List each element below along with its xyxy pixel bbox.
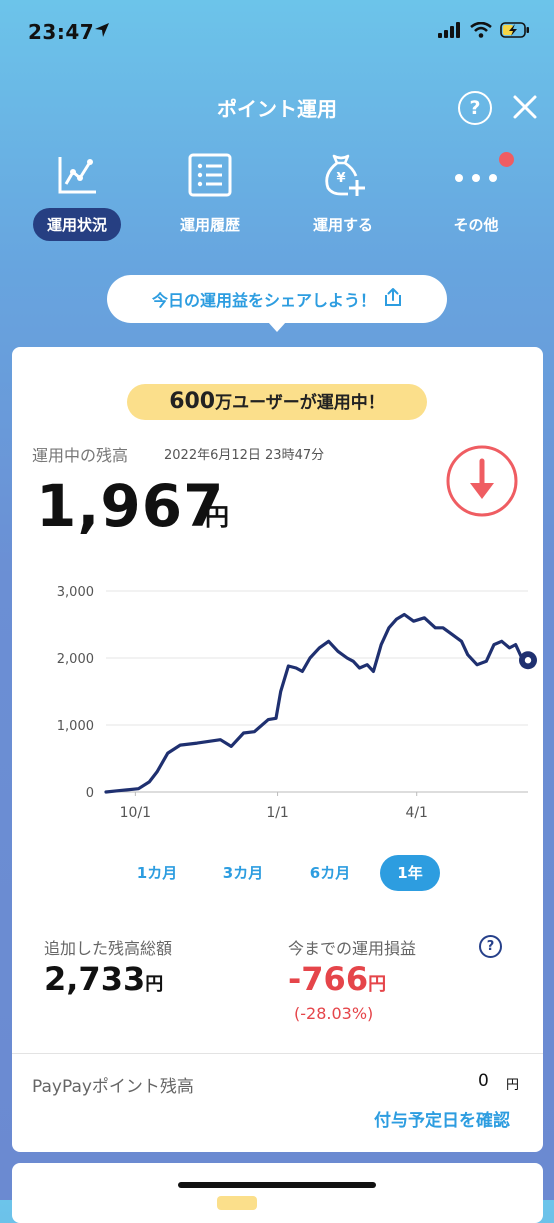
pnl-percent: (-28.03%)	[294, 1004, 374, 1023]
balance-line	[104, 612, 530, 794]
pnl-amount: -766	[288, 960, 369, 998]
paypay-balance-unit: 円	[506, 1078, 520, 1093]
y-tick-label: 3,000	[57, 585, 94, 600]
balance-unit: 円	[205, 503, 229, 531]
y-tick-label: 2,000	[57, 652, 94, 667]
status-bar: 23:47	[0, 0, 554, 66]
arrow-down-icon	[446, 445, 518, 521]
added-total-amount: 2,733	[44, 960, 146, 998]
tab-status[interactable]: 運用状況	[22, 150, 132, 241]
paypay-balance-value: 0	[478, 1071, 489, 1091]
badge-number: 600	[169, 389, 216, 414]
wifi-icon	[470, 21, 492, 42]
period-selector: 1カ月 3カ月 6カ月 1年	[12, 855, 543, 891]
top-nav: 運用状況 運用履歴 ¥ 運用する その他	[0, 150, 554, 241]
home-indicator	[178, 1182, 376, 1188]
tab-label: 運用する	[312, 216, 373, 234]
status-icons	[438, 21, 530, 42]
status-time: 23:47	[28, 20, 95, 44]
balance-card: 600万ユーザーが運用中！ 運用中の残高 2022年6月12日 23時47分 1…	[12, 347, 543, 1152]
confirm-grant-date-link[interactable]: 付与予定日を確認	[374, 1106, 510, 1131]
tab-label: その他	[453, 216, 499, 234]
pnl-value: -766円	[288, 960, 386, 998]
tab-invest[interactable]: ¥ 運用する	[288, 150, 398, 241]
paypay-balance-label: PayPayポイント残高	[32, 1077, 194, 1097]
tab-more[interactable]: その他	[421, 150, 531, 241]
pnl-label: 今までの運用損益	[288, 939, 417, 958]
x-tick-label: 4/1	[405, 805, 428, 821]
badge-text: 万ユーザーが運用中！	[215, 393, 385, 413]
balance-chart: 0 1,000 2,000 3,000 10/1 1/1 4/1	[57, 585, 537, 821]
period-1-month[interactable]: 1カ月	[127, 855, 187, 891]
svg-text:¥: ¥	[336, 171, 345, 186]
current-point-center	[524, 657, 532, 664]
battery-charging-icon	[500, 22, 530, 42]
added-total-value: 2,733円	[44, 960, 163, 998]
period-6-months[interactable]: 6カ月	[300, 855, 360, 891]
pnl-help-button[interactable]: ?	[479, 935, 502, 958]
tab-history[interactable]: 運用履歴	[155, 150, 265, 241]
added-total-unit: 円	[145, 974, 164, 995]
users-badge: 600万ユーザーが運用中！	[127, 384, 427, 420]
tab-label: 運用履歴	[179, 216, 240, 234]
next-card-tag	[217, 1196, 257, 1210]
next-card	[12, 1163, 543, 1223]
location-arrow-icon	[94, 22, 110, 42]
pnl-unit: 円	[368, 974, 387, 995]
share-text: 今日の運用益をシェアしよう！	[151, 291, 376, 310]
help-button[interactable]: ?	[458, 91, 492, 125]
balance-amount: 1,967	[36, 472, 225, 540]
divider	[12, 1053, 543, 1054]
share-profit-button[interactable]: 今日の運用益をシェアしよう！	[107, 275, 447, 332]
y-tick-label: 1,000	[57, 719, 94, 734]
x-tick-label: 1/1	[266, 805, 289, 821]
period-1-year[interactable]: 1年	[380, 855, 440, 891]
y-tick-label: 0	[86, 786, 94, 801]
added-total-label: 追加した残高総額	[44, 939, 173, 958]
list-icon	[188, 153, 232, 201]
close-button[interactable]	[510, 92, 540, 122]
cellular-signal-icon	[438, 22, 462, 42]
period-3-months[interactable]: 3カ月	[213, 855, 273, 891]
x-tick-label: 10/1	[120, 805, 151, 821]
line-chart-icon	[56, 154, 98, 200]
more-dots-icon	[454, 168, 498, 187]
money-bag-add-icon: ¥	[320, 152, 366, 202]
share-icon	[384, 287, 402, 311]
notification-dot	[499, 152, 514, 167]
close-icon	[510, 95, 540, 126]
balance-label: 運用中の残高	[32, 446, 129, 465]
tab-label: 運用状況	[32, 208, 121, 241]
trend-down-indicator	[446, 445, 518, 517]
balance-datetime: 2022年6月12日 23時47分	[164, 448, 325, 463]
